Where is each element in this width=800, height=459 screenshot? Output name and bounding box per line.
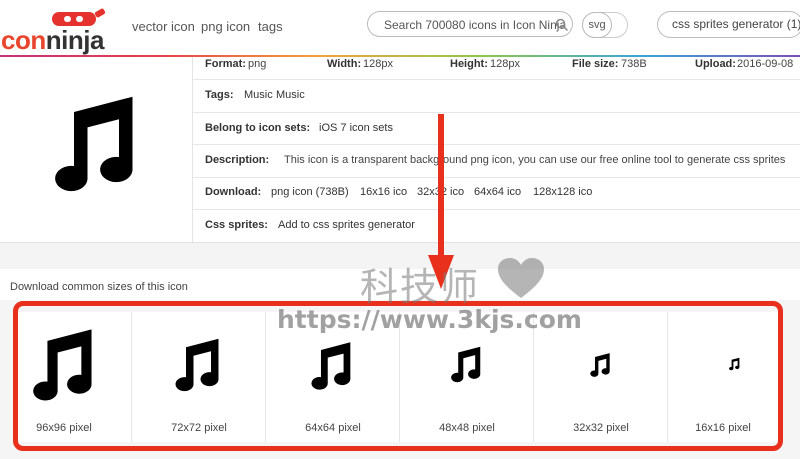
icon-sets-row: Belong to icon sets: iOS 7 icon sets [192, 112, 800, 145]
sizes-section-title: Download common sizes of this icon [10, 281, 188, 293]
svg-toggle-label: svg [582, 12, 612, 38]
tag-link[interactable]: Music [244, 89, 273, 101]
watermark-text: 科技师 [360, 265, 481, 309]
tag-link[interactable]: Music [276, 89, 305, 101]
download-16-ico-link[interactable]: 16x16 ico [360, 186, 407, 198]
ninja-mask-logo-mark [52, 12, 96, 26]
watermark-url: https://www.3kjs.com [277, 305, 582, 334]
download-png-link[interactable]: png icon (738B) [271, 186, 349, 198]
search-input[interactable]: Search 700080 icons in Icon Ninja [367, 11, 573, 37]
nav-vector-icon[interactable]: vector icon [132, 19, 195, 34]
nav-tags[interactable]: tags [258, 19, 283, 34]
site-header: conninja vector icon png icon tags Searc… [0, 0, 800, 56]
tags-row: Tags: Music Music [192, 79, 800, 113]
meta-row: Format: png Width: 128px Height: 128px F… [192, 57, 800, 80]
search-icon[interactable] [555, 18, 569, 32]
icon-set-link[interactable]: iOS 7 icon sets [319, 122, 393, 134]
heart-icon [498, 258, 544, 298]
download-64-ico-link[interactable]: 64x64 ico [474, 186, 521, 198]
description-row: Description: This icon is a transparent … [192, 144, 800, 178]
icon-preview [0, 57, 193, 242]
css-sprites-generator-button[interactable]: css sprites generator (1) [657, 11, 800, 38]
nav-png-icon[interactable]: png icon [201, 19, 250, 34]
css-sprites-row: Css sprites: Add to css sprites generato… [205, 219, 415, 231]
svg-toggle[interactable]: svg [582, 12, 628, 38]
add-to-css-sprites-link[interactable]: Add to css sprites generator [278, 219, 415, 231]
conninja-logo[interactable]: conninja [0, 7, 112, 53]
download-row: Download: png icon (738B) 16x16 ico 32x3… [192, 177, 800, 210]
download-128-ico-link[interactable]: 128x128 ico [533, 186, 592, 198]
annotation-arrow [438, 114, 444, 260]
music-note-icon [55, 96, 133, 192]
